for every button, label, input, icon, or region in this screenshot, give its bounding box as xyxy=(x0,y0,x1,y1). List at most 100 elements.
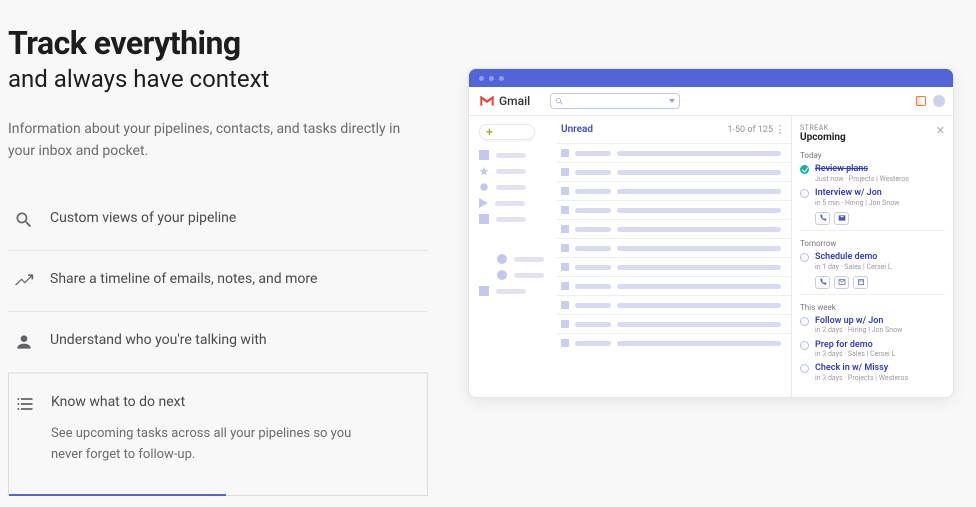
search-input[interactable] xyxy=(550,93,680,109)
phone-chip[interactable] xyxy=(815,212,830,225)
window-dot xyxy=(489,76,494,81)
dot-icon xyxy=(497,254,507,264)
phone-chip[interactable] xyxy=(815,276,830,289)
nav-item[interactable] xyxy=(479,150,557,160)
inbox-tab-unread[interactable]: Unread xyxy=(561,124,593,135)
checklist-icon xyxy=(15,394,35,414)
section-tomorrow: Tomorrow xyxy=(800,239,945,248)
task-item[interactable]: Prep for demo in 3 days · Sales | Cersei… xyxy=(800,340,945,360)
task-checkbox[interactable] xyxy=(800,189,809,198)
plus-icon: + xyxy=(486,126,493,138)
feature-know-next[interactable]: Know what to do next See upcoming tasks … xyxy=(8,373,428,495)
gmail-logo: Gmail xyxy=(479,94,530,108)
nav-item[interactable] xyxy=(479,166,557,176)
feature-desc: See upcoming tasks across all your pipel… xyxy=(51,424,381,464)
task-meta: in 3 days · Projects | Westeros xyxy=(815,374,945,383)
star-icon xyxy=(479,166,489,176)
task-item[interactable]: Review plans Just now · Projects | Weste… xyxy=(800,164,945,184)
task-checkbox[interactable] xyxy=(800,364,809,373)
message-list xyxy=(557,143,791,352)
message-row[interactable] xyxy=(557,257,791,276)
person-icon xyxy=(14,332,34,352)
compose-button[interactable]: + xyxy=(479,124,535,140)
message-row[interactable] xyxy=(557,238,791,257)
nav-label-placeholder xyxy=(496,153,526,158)
task-item[interactable]: Follow up w/ Jon in 2 days · Hiring | Jo… xyxy=(800,316,945,336)
nav-label-placeholder xyxy=(514,273,544,278)
message-row[interactable] xyxy=(557,200,791,219)
mail-chip[interactable] xyxy=(834,212,849,225)
feature-title: Share a timeline of emails, notes, and m… xyxy=(50,271,317,287)
task-item[interactable]: Interview w/ Jon in 5 min · Hiring | Jon… xyxy=(800,188,945,208)
feature-timeline[interactable]: Share a timeline of emails, notes, and m… xyxy=(8,251,428,312)
inbox-count: 1-50 of 125 xyxy=(727,125,773,135)
mail-icon xyxy=(838,278,846,286)
nav-item[interactable] xyxy=(479,182,557,192)
streak-panel: STREAK Upcoming ✕ Today Review plans Jus… xyxy=(791,116,953,397)
task-item[interactable]: Schedule demo in 1 day · Sales | Cersei … xyxy=(800,252,945,272)
task-title: Prep for demo xyxy=(815,340,945,351)
feature-title: Custom views of your pipeline xyxy=(50,210,236,226)
nav-label-placeholder xyxy=(496,217,526,222)
task-item[interactable]: Check in w/ Missy in 3 days · Projects |… xyxy=(800,363,945,383)
message-row[interactable] xyxy=(557,295,791,314)
streak-brand: STREAK xyxy=(800,124,846,132)
task-title: Interview w/ Jon xyxy=(815,188,945,199)
task-checkbox[interactable] xyxy=(800,253,809,262)
task-checkbox[interactable] xyxy=(800,341,809,350)
message-row[interactable] xyxy=(557,181,791,200)
task-meta: in 2 days · Hiring | Jon Snow xyxy=(815,326,945,335)
page-subheading: and always have context xyxy=(8,64,428,95)
window-titlebar xyxy=(469,69,953,87)
clock-icon xyxy=(479,182,489,192)
mail-chip[interactable] xyxy=(834,276,849,289)
streak-box-icon[interactable] xyxy=(915,95,927,107)
window-dot xyxy=(479,76,484,81)
task-meta: in 3 days · Sales | Cersei L xyxy=(815,350,945,359)
square-icon xyxy=(479,150,489,160)
task-meta: in 1 day · Sales | Cersei L xyxy=(815,263,945,272)
gmail-header: Gmail xyxy=(469,87,953,116)
message-row[interactable] xyxy=(557,219,791,238)
window-dot xyxy=(499,76,504,81)
message-row[interactable] xyxy=(557,143,791,162)
nav-item[interactable] xyxy=(479,270,557,280)
nav-item[interactable] xyxy=(479,214,557,224)
page-lead: Information about your pipelines, contac… xyxy=(8,118,408,163)
nav-item[interactable] xyxy=(479,198,557,208)
gmail-sidebar: + xyxy=(469,116,557,397)
message-row[interactable] xyxy=(557,276,791,295)
task-meta: Just now · Projects | Westeros xyxy=(815,175,945,184)
task-title: Review plans xyxy=(815,164,945,175)
dropdown-caret-icon xyxy=(669,99,675,103)
message-row[interactable] xyxy=(557,333,791,352)
task-checkbox[interactable] xyxy=(800,317,809,326)
feature-custom-views[interactable]: Custom views of your pipeline xyxy=(8,190,428,251)
feature-understand[interactable]: Understand who you're talking with xyxy=(8,312,428,373)
calendar-chip[interactable] xyxy=(853,276,868,289)
nav-label-placeholder xyxy=(514,257,544,262)
square-icon xyxy=(479,286,489,296)
sent-icon xyxy=(479,198,488,208)
app-window: Gmail + xyxy=(468,68,954,398)
message-row[interactable] xyxy=(557,314,791,333)
task-title: Schedule demo xyxy=(815,252,945,263)
phone-icon xyxy=(819,278,827,286)
nav-item[interactable] xyxy=(479,254,557,264)
mail-icon xyxy=(838,214,846,222)
task-checkbox-done[interactable] xyxy=(800,165,809,174)
inbox-main: Unread 1-50 of 125 xyxy=(557,116,791,397)
close-icon[interactable]: ✕ xyxy=(936,124,945,137)
more-menu-icon[interactable] xyxy=(779,125,781,134)
avatar[interactable] xyxy=(933,95,945,107)
task-meta: in 5 min · Hiring | Jon Snow xyxy=(815,199,945,208)
gmail-m-icon xyxy=(479,95,495,107)
nav-label-placeholder xyxy=(496,169,526,174)
search-icon xyxy=(555,97,564,106)
nav-item[interactable] xyxy=(479,286,557,296)
dot-icon xyxy=(497,270,507,280)
graph-icon xyxy=(14,271,34,291)
calendar-icon xyxy=(857,278,865,286)
message-row[interactable] xyxy=(557,162,791,181)
task-title: Follow up w/ Jon xyxy=(815,316,945,327)
